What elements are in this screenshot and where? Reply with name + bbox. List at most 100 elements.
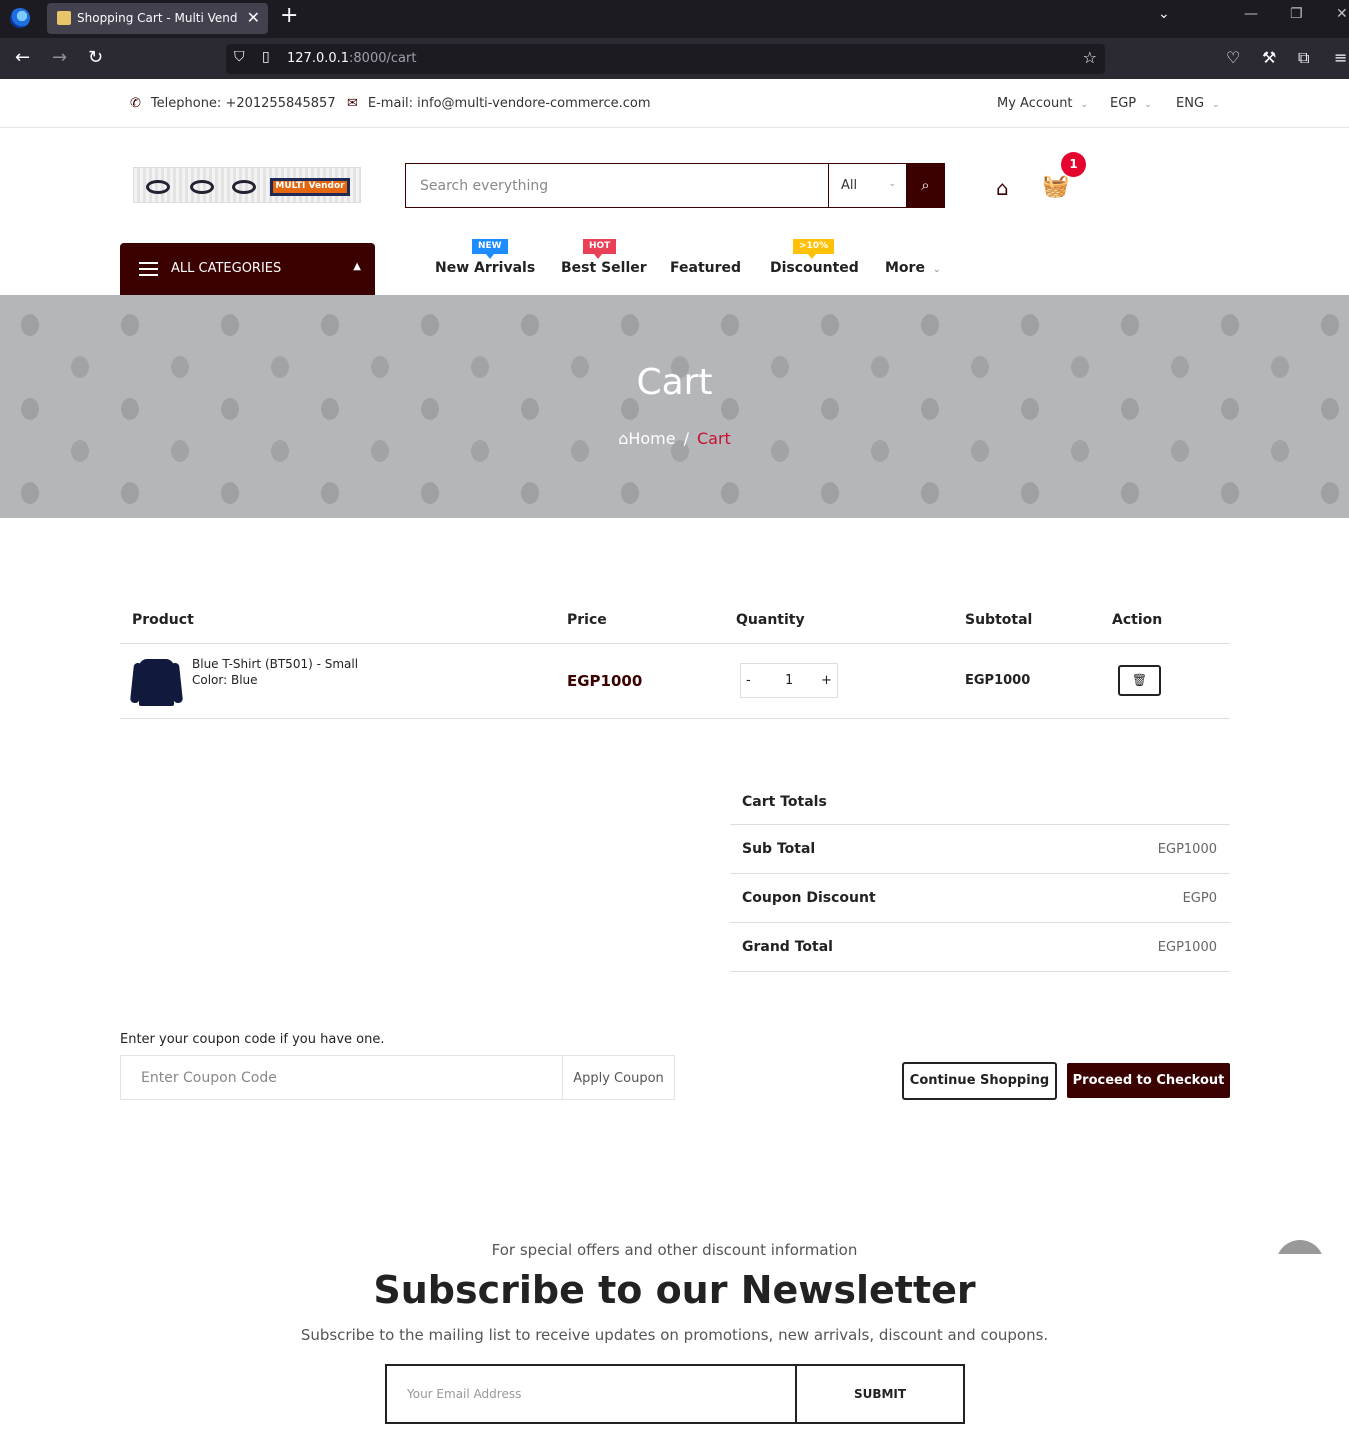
- continue-shopping-button[interactable]: Continue Shopping: [902, 1062, 1057, 1100]
- nav-new-arrivals[interactable]: New Arrivals: [435, 260, 535, 276]
- minimize-icon[interactable]: —: [1244, 6, 1258, 22]
- nav-more[interactable]: More ⌄: [885, 260, 941, 276]
- forward-icon[interactable]: →: [52, 47, 67, 68]
- address-bar[interactable]: ⛉ ▯ 127.0.0.1:8000/cart ☆: [226, 44, 1105, 74]
- back-icon[interactable]: ←: [15, 47, 30, 68]
- newsletter-title: Subscribe to our Newsletter: [373, 1268, 976, 1312]
- currency-label: EGP: [1110, 96, 1137, 111]
- basket-icon[interactable]: 🧺: [1042, 174, 1069, 199]
- browser-tab[interactable]: Shopping Cart - Multi Vendor E ✕: [47, 3, 268, 34]
- chevron-up-icon: ▲: [353, 261, 361, 272]
- coupon-input[interactable]: [121, 1056, 562, 1099]
- grand-total-value: EGP1000: [1157, 940, 1217, 955]
- phone-text: Telephone: +201255845857: [150, 96, 336, 111]
- product-name[interactable]: Blue T-Shirt (BT501) - Small: [192, 656, 358, 672]
- home-icon[interactable]: ⌂: [996, 176, 1009, 200]
- nav-best-seller[interactable]: Best Seller: [561, 260, 647, 276]
- url-path: :8000/cart: [349, 51, 417, 66]
- scroll-to-top-button[interactable]: [1276, 1240, 1324, 1254]
- breadcrumb-home-label: Home: [628, 429, 676, 448]
- coupon-discount-label: Coupon Discount: [742, 890, 876, 906]
- breadcrumb-separator: /: [683, 429, 689, 448]
- product-thumbnail[interactable]: [129, 655, 184, 706]
- grand-total-label: Grand Total: [742, 939, 833, 955]
- delete-item-button[interactable]: 🗑: [1118, 665, 1161, 696]
- logo-mark: [232, 180, 256, 194]
- apply-coupon-button[interactable]: Apply Coupon: [562, 1056, 674, 1099]
- my-account-dropdown[interactable]: My Account ⌄: [997, 96, 1088, 111]
- shield-icon[interactable]: ⛉: [234, 49, 245, 65]
- window-close-icon[interactable]: ✕: [1336, 6, 1348, 22]
- wrench-icon[interactable]: ⚒: [1262, 48, 1276, 67]
- search-category-select[interactable]: All ⌄: [828, 164, 906, 207]
- browser-nav-bar: ← → ↻ ⛉ ▯ 127.0.0.1:8000/cart ☆ ♡ ⚒ ⧉ ≡: [0, 38, 1349, 79]
- phone-icon: ✆: [130, 96, 141, 111]
- sub-total-label: Sub Total: [742, 841, 816, 857]
- discount-badge: >10%: [793, 239, 835, 254]
- increase-quantity-button[interactable]: +: [821, 673, 832, 688]
- product-color: Color: Blue: [192, 673, 258, 687]
- language-label: ENG: [1176, 96, 1205, 111]
- newsletter-submit-button[interactable]: SUBMIT: [795, 1366, 963, 1422]
- decrease-quantity-button[interactable]: -: [746, 673, 751, 688]
- all-categories-button[interactable]: ALL CATEGORIES ▲: [120, 243, 375, 295]
- trash-icon: 🗑: [1131, 673, 1148, 687]
- chevron-down-icon: ⌄: [1080, 100, 1089, 110]
- new-tab-icon[interactable]: +: [280, 3, 298, 28]
- top-info-bar: ✆ Telephone: +201255845857 ✉ E-mail: info@…: [0, 79, 1349, 128]
- divider: [120, 643, 1230, 644]
- home-icon: ⌂: [618, 429, 629, 448]
- pocket-icon[interactable]: ♡: [1226, 48, 1240, 67]
- logo-mark: [146, 180, 170, 194]
- menu-icon[interactable]: ≡: [1334, 48, 1347, 67]
- site-logo[interactable]: MULTI Vendor: [133, 167, 361, 203]
- email-text: E-mail: info@multi-vendore-commerce.com: [367, 96, 651, 111]
- nav-more-label: More: [885, 260, 925, 276]
- divider: [730, 922, 1230, 923]
- chevron-down-icon[interactable]: ⌄: [1158, 6, 1170, 22]
- proceed-to-checkout-button[interactable]: Proceed to Checkout: [1067, 1063, 1230, 1098]
- nav-discounted[interactable]: Discounted: [770, 260, 859, 276]
- breadcrumb-home[interactable]: ⌂Home: [618, 429, 675, 448]
- search-bar: All ⌄ ⌕: [405, 163, 945, 208]
- hot-badge: HOT: [583, 239, 617, 254]
- hamburger-icon: [139, 262, 158, 276]
- newsletter-description: Subscribe to the mailing list to receive…: [300, 1326, 1049, 1344]
- search-button[interactable]: ⌕: [906, 164, 945, 207]
- extensions-icon[interactable]: ⧉: [1298, 48, 1309, 68]
- logo-mark: [190, 180, 214, 194]
- divider: [730, 824, 1230, 825]
- browser-tab-bar: Shopping Cart - Multi Vendor E ✕ + ⌄ — ❐…: [0, 0, 1349, 38]
- product-price: EGP1000: [567, 672, 643, 690]
- column-header-action: Action: [1112, 612, 1163, 628]
- tab-favicon-icon: [57, 11, 71, 25]
- search-category-value: All: [841, 178, 858, 193]
- badge-pointer: [808, 254, 816, 259]
- newsletter-pretitle: For special offers and other discount in…: [491, 1241, 858, 1259]
- close-tab-icon[interactable]: ✕: [247, 8, 260, 27]
- reload-icon[interactable]: ↻: [88, 47, 103, 68]
- currency-dropdown[interactable]: EGP ⌄: [1110, 96, 1152, 111]
- email-info: ✉ E-mail: info@multi-vendore-commerce.com: [347, 96, 651, 111]
- search-input[interactable]: [406, 164, 828, 207]
- restore-icon[interactable]: ❐: [1290, 6, 1303, 22]
- coupon-hint: Enter your coupon code if you have one.: [120, 1032, 385, 1047]
- page-icon: ▯: [262, 49, 270, 65]
- cart-count-badge: 1: [1061, 152, 1086, 177]
- quantity-value[interactable]: 1: [785, 673, 793, 688]
- column-header-quantity: Quantity: [736, 612, 805, 628]
- my-account-label: My Account: [997, 96, 1073, 111]
- url-text[interactable]: 127.0.0.1:8000/cart: [287, 51, 416, 66]
- url-host: 127.0.0.1: [287, 51, 350, 66]
- bookmark-star-icon[interactable]: ☆: [1083, 48, 1097, 67]
- badge-pointer: [594, 254, 602, 259]
- breadcrumb: ⌂Home / Cart: [0, 429, 1349, 448]
- coupon-form: Apply Coupon: [120, 1055, 675, 1100]
- column-header-subtotal: Subtotal: [965, 612, 1033, 628]
- divider: [120, 718, 1230, 719]
- language-dropdown[interactable]: ENG ⌄: [1176, 96, 1220, 111]
- badge-pointer: [486, 254, 494, 259]
- phone-info: ✆ Telephone: +201255845857: [130, 96, 336, 111]
- nav-featured[interactable]: Featured: [670, 260, 741, 276]
- newsletter-email-input[interactable]: [387, 1366, 795, 1422]
